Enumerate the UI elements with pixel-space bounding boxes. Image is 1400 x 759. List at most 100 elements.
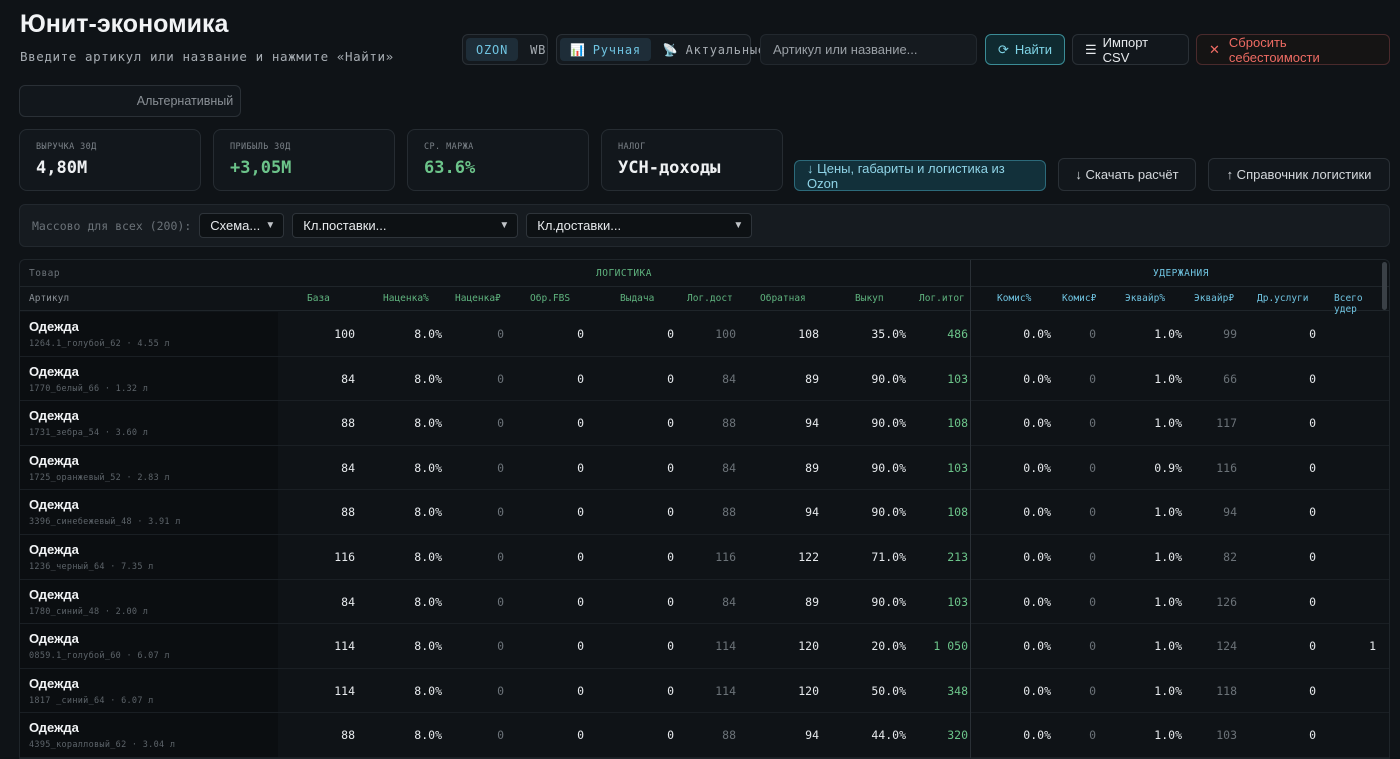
- table-row[interactable]: Одежда 1236_черный_64 · 7.35 л 116 8.0% 0 0 0 1…: [20, 535, 1389, 580]
- column-header[interactable]: Эквайр%: [1125, 293, 1165, 304]
- marketplace-wb-tab[interactable]: WB: [520, 38, 556, 61]
- table-cell: 116: [334, 550, 355, 564]
- table-row[interactable]: Одежда 1780_синий_48 · 2.00 л 84 8.0% 0 0 0 84 8…: [20, 579, 1389, 625]
- table-row[interactable]: Одежда 1770_белый_66 · 1.32 л 84 8.0% 0 0 0 84 8…: [20, 356, 1389, 402]
- product-name: Одежда: [29, 720, 79, 736]
- marketplace-ozon-tab[interactable]: OZON: [466, 38, 519, 61]
- table-cell: 117: [1216, 416, 1237, 431]
- table-cell: 0: [1089, 416, 1096, 431]
- chevron-down-icon: ▼: [265, 220, 276, 231]
- product-article: 4395_коралловый_62 · 3.04 л: [29, 740, 176, 751]
- column-header[interactable]: Выкуп: [855, 293, 884, 304]
- download-button[interactable]: ↓ Скачать расчёт: [1058, 158, 1196, 191]
- table-cell: 0.0%: [1023, 550, 1051, 564]
- table-cell: 0: [1089, 505, 1096, 520]
- product-cell: Одежда 4395_коралловый_62 · 3.04 л: [20, 713, 278, 757]
- tab-alternative[interactable]: Альтернативный: [130, 86, 240, 116]
- table-cell: 1.0%: [1154, 728, 1182, 743]
- table-cell: 8.0%: [414, 327, 442, 341]
- column-header[interactable]: Обр.FBS: [530, 293, 570, 304]
- table-cell: 8.0%: [414, 683, 442, 698]
- logistics-ref-button[interactable]: ↑ Справочник логистики: [1208, 158, 1390, 191]
- table-row[interactable]: Одежда 3396_синебежевый_48 · 3.91 л 88 8.0%…: [20, 490, 1389, 535]
- table-cell: 84: [722, 460, 736, 475]
- table-cell: 100: [334, 327, 355, 341]
- table-cell: 118: [1216, 683, 1237, 698]
- product-article: 0859.1_голубой_60 · 6.07 л: [29, 651, 170, 662]
- column-header[interactable]: Лог.итог: [919, 293, 965, 304]
- product-cell: Одежда 1264.1_голубой_62 · 4.55 л: [20, 312, 278, 356]
- column-header[interactable]: База: [307, 293, 330, 304]
- table-cell: 114: [715, 639, 736, 654]
- table-cell: 103: [947, 594, 968, 609]
- product-name: Одежда: [29, 586, 79, 602]
- product-article: 3396_синебежевый_48 · 3.91 л: [29, 517, 181, 528]
- table-cell: 0: [577, 728, 584, 743]
- table-cell: 8.0%: [414, 550, 442, 564]
- table-cell: 0: [1089, 550, 1096, 564]
- delivery-cluster-select[interactable]: Кл.доставки... ▼: [526, 213, 753, 238]
- kpi-value: УСН-доходы: [618, 158, 721, 178]
- table-row[interactable]: Одежда 1817 _синий_64 · 6.07 л 114 8.0% 0 0 0 1…: [20, 668, 1389, 714]
- table-row[interactable]: Одежда 1731_зебра_54 · 3.60 л 88 8.0% 0 0 0 88 9…: [20, 401, 1389, 446]
- import-csv-button[interactable]: ☰ Импорт CSV: [1072, 34, 1189, 65]
- table-cell: 90.0%: [871, 460, 906, 475]
- column-header[interactable]: Наценка₽: [455, 293, 501, 304]
- table-cell: 0: [577, 416, 584, 431]
- table-cell: 0: [1309, 371, 1316, 386]
- table-cell: 89: [805, 594, 819, 609]
- supply-cluster-select[interactable]: Кл.поставки... ▼: [292, 213, 519, 238]
- table-cell: 1.0%: [1154, 550, 1182, 564]
- product-name: Одежда: [29, 631, 79, 647]
- table-cell: 120: [798, 639, 819, 654]
- ozon-prices-button[interactable]: ↓ Цены, габариты и логистика из Ozon: [794, 160, 1046, 191]
- search-input[interactable]: [760, 34, 977, 65]
- table-cell: 8.0%: [414, 460, 442, 475]
- table-cell: 0.0%: [1023, 505, 1051, 520]
- table-cell: 0: [1309, 505, 1316, 520]
- kpi-label: ВЫРУЧКА 30Д: [36, 142, 97, 152]
- column-header[interactable]: Обратная: [760, 293, 806, 304]
- vertical-scrollbar[interactable]: [1382, 262, 1387, 310]
- table-cell: 88: [722, 728, 736, 743]
- table-cell: 0: [1309, 728, 1316, 743]
- table-row[interactable]: Одежда 1725_оранжевый_52 · 2.83 л 84 8.0% 0 0…: [20, 445, 1389, 491]
- table-cell: 0: [1309, 683, 1316, 698]
- bar-chart-icon: 📊: [570, 42, 586, 57]
- product-cell: Одежда 1770_белый_66 · 1.32 л: [20, 356, 278, 401]
- table-cell: 108: [947, 416, 968, 431]
- table-cell: 90.0%: [871, 416, 906, 431]
- column-header[interactable]: Комис%: [997, 293, 1031, 304]
- table-cell: 114: [715, 683, 736, 698]
- column-header[interactable]: Др.услуги: [1257, 293, 1308, 304]
- mode-manual-tab[interactable]: 📊 Ручная: [560, 38, 651, 61]
- column-header[interactable]: Комис₽: [1062, 293, 1096, 304]
- column-header[interactable]: Наценка%: [383, 293, 429, 304]
- column-header[interactable]: Лог.дост: [687, 293, 733, 304]
- kpi-revenue: ВЫРУЧКА 30Д 4,80М: [19, 129, 201, 191]
- column-header[interactable]: Эквайр₽: [1194, 293, 1234, 304]
- reset-cost-button[interactable]: ✕ Сбросить себестоимости: [1196, 34, 1390, 65]
- product-name: Одежда: [29, 542, 79, 557]
- product-name: Одежда: [29, 408, 79, 424]
- table-row[interactable]: Одежда 4395_коралловый_62 · 3.04 л 88 8.0% 0…: [20, 713, 1389, 758]
- scheme-select[interactable]: Схема... ▼: [199, 213, 285, 238]
- mode-actual-label: Актуальные: [685, 42, 766, 57]
- product-name: Одежда: [29, 452, 79, 468]
- table-cell: 0: [667, 460, 674, 475]
- product-cell: Одежда 0859.1_голубой_60 · 6.07 л: [20, 624, 278, 668]
- table-cell: 71.0%: [871, 550, 906, 564]
- table-cell: 0: [1089, 683, 1096, 698]
- column-header[interactable]: Выдача: [620, 293, 654, 304]
- table-row[interactable]: Одежда 0859.1_голубой_60 · 6.07 л 114 8.0% 0…: [20, 624, 1389, 669]
- table-cell: 8.0%: [414, 594, 442, 609]
- table-cell: 1.0%: [1154, 639, 1182, 654]
- table-cell: 120: [798, 683, 819, 698]
- find-button[interactable]: ⟳ Найти: [985, 34, 1065, 65]
- table-row[interactable]: Одежда 1264.1_голубой_62 · 4.55 л 100 8.0% 0…: [20, 312, 1389, 357]
- mode-actual-tab[interactable]: 📡 Актуальные: [653, 38, 776, 61]
- table-cell: 8.0%: [414, 371, 442, 386]
- tab-primary[interactable]: [20, 86, 130, 116]
- kpi-label: СР. МАРЖА: [424, 142, 474, 152]
- delivery-cluster-value: Кл.доставки...: [537, 218, 622, 233]
